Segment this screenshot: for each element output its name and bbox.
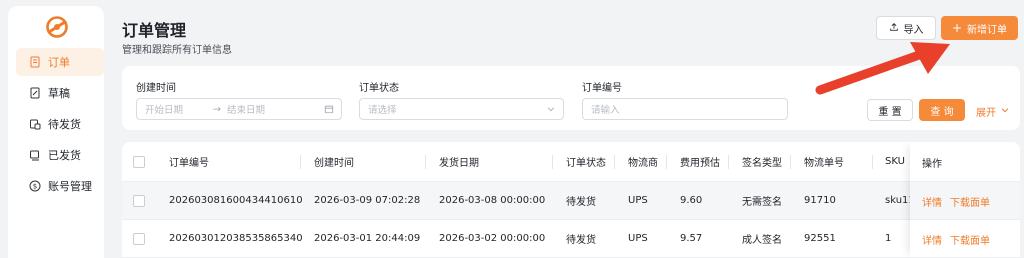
sidebar-item-drafts[interactable]: 草稿 [16, 79, 104, 107]
column-divider [300, 155, 301, 169]
column-divider [872, 155, 873, 169]
created-time-cell: 2026-03-01 20:44:09 [314, 233, 421, 244]
row-actions: 详情 下载面单 [922, 182, 998, 220]
column-header: 订单编号 [169, 158, 209, 169]
import-button[interactable]: 导入 [876, 16, 936, 40]
detail-link[interactable]: 详情 [922, 232, 942, 247]
download-label-link[interactable]: 下载面单 [950, 194, 990, 209]
page-subtitle: 管理和跟踪所有订单信息 [122, 45, 232, 56]
column-divider [425, 155, 426, 169]
order-no-cell: 202603012038535865340 [169, 233, 303, 244]
row-actions: 详情 下载面单 [922, 220, 998, 258]
table-row[interactable]: 202603012038535865340 2026-03-01 20:44:0… [122, 220, 1020, 258]
sidebar-item-label: 待发货 [48, 118, 81, 131]
shipped-icon [29, 149, 41, 161]
column-header: 订单状态 [566, 158, 606, 169]
column-divider [552, 155, 553, 169]
fee-cell: 9.57 [680, 233, 703, 244]
plus-icon: + [951, 21, 963, 35]
expand-label: 展开 [976, 108, 996, 119]
sku-cell: 1 [885, 233, 892, 244]
tracking-cell: 92551 [804, 233, 836, 244]
sku-cell: sku11( [885, 195, 910, 206]
select-all-checkbox[interactable] [133, 156, 145, 168]
column-divider [790, 155, 791, 169]
sidebar-item-pending-shipment[interactable]: 待发货 [16, 110, 104, 138]
created-time-label: 创建时间 [136, 83, 176, 94]
svg-text:$: $ [33, 183, 37, 191]
account-icon: $ [29, 180, 41, 192]
arrow-right-icon: → [213, 103, 221, 115]
query-button[interactable]: 查 询 [919, 99, 965, 121]
detail-link[interactable]: 详情 [922, 194, 942, 209]
table-row[interactable]: 20260308160043441061​0 2026-03-09 07:02:… [122, 182, 1020, 220]
end-date-placeholder: 结束日期 [226, 105, 265, 116]
draft-icon [29, 87, 41, 99]
reset-button[interactable]: 重 置 [867, 99, 913, 121]
sidebar-item-orders[interactable]: 订单 [16, 48, 104, 76]
sidebar-item-label: 草稿 [48, 87, 70, 100]
new-order-label: 新增订单 [967, 24, 1008, 36]
column-header: 物流商 [628, 158, 658, 169]
sidebar-item-shipped[interactable]: 已发货 [16, 141, 104, 169]
signature-cell: 成人签名 [742, 235, 782, 246]
signature-cell: 无需签名 [742, 197, 782, 208]
sidebar-item-account[interactable]: $ 账号管理 [16, 172, 104, 200]
column-header: 费用预估 [680, 158, 720, 169]
actions-column: 操作 详情 下载面单 详情 下载面单 [910, 142, 1020, 258]
date-range-picker[interactable]: 开始日期 → 结束日期 [136, 98, 342, 120]
status-label: 订单状态 [359, 83, 399, 94]
calendar-icon [324, 104, 334, 117]
sidebar-item-label: 账号管理 [48, 180, 92, 193]
filter-panel: 创建时间 开始日期 → 结束日期 订单状态 请选择 订单编号 请输入 重 置 查… [122, 66, 1020, 130]
status-select[interactable]: 请选择 [359, 98, 564, 120]
upload-icon [889, 22, 899, 35]
carrier-cell: UPS [628, 195, 648, 206]
package-pending-icon [29, 118, 41, 130]
brand-logo-icon [46, 16, 68, 38]
order-no-cell: 20260308160043441061​0 [169, 195, 303, 206]
column-header: 签名类型 [742, 158, 782, 169]
order-no-placeholder: 请输入 [591, 105, 620, 116]
status-placeholder: 请选择 [368, 105, 397, 116]
column-header: 发货日期 [439, 158, 479, 169]
carrier-cell: UPS [628, 233, 648, 244]
column-header: 创建时间 [314, 158, 354, 169]
tracking-cell: 91710 [804, 195, 836, 206]
chevron-down-icon [1000, 105, 1010, 118]
fee-cell: 9.60 [680, 195, 703, 206]
page-title: 订单管理 [122, 21, 187, 40]
column-divider [614, 155, 615, 169]
column-header: SKU [885, 156, 905, 167]
ship-date-cell: 2026-03-02 00:00:00 [439, 233, 546, 244]
row-checkbox[interactable] [133, 195, 145, 207]
status-cell: 待发货 [566, 197, 596, 208]
status-cell: 待发货 [566, 235, 596, 246]
order-no-input[interactable]: 请输入 [582, 98, 788, 120]
column-divider [728, 155, 729, 169]
sidebar-item-label: 已发货 [48, 149, 81, 162]
order-no-label: 订单编号 [582, 83, 622, 94]
column-header: 操作 [922, 158, 942, 170]
orders-table: 订单编号 创建时间 发货日期 订单状态 物流商 费用预估 签名类型 物流单号 S… [122, 142, 1020, 258]
sidebar-item-label: 订单 [48, 56, 70, 69]
table-header-row: 订单编号 创建时间 发货日期 订单状态 物流商 费用预估 签名类型 物流单号 S… [122, 142, 1020, 182]
row-checkbox[interactable] [133, 233, 145, 245]
start-date-placeholder: 开始日期 [145, 105, 184, 116]
order-doc-icon [29, 56, 41, 68]
sidebar: 订单 草稿 待发货 已发货 $ 账号管理 [8, 6, 104, 258]
import-label: 导入 [903, 24, 924, 36]
column-divider [666, 155, 667, 169]
new-order-button[interactable]: + 新增订单 [941, 16, 1018, 40]
ship-date-cell: 2026-03-08 00:00:00 [439, 195, 546, 206]
expand-button[interactable]: 展开 [976, 104, 1010, 119]
created-time-cell: 2026-03-09 07:02:28 [314, 195, 421, 206]
download-label-link[interactable]: 下载面单 [950, 232, 990, 247]
chevron-down-icon [546, 104, 556, 117]
column-header: 物流单号 [804, 158, 844, 169]
